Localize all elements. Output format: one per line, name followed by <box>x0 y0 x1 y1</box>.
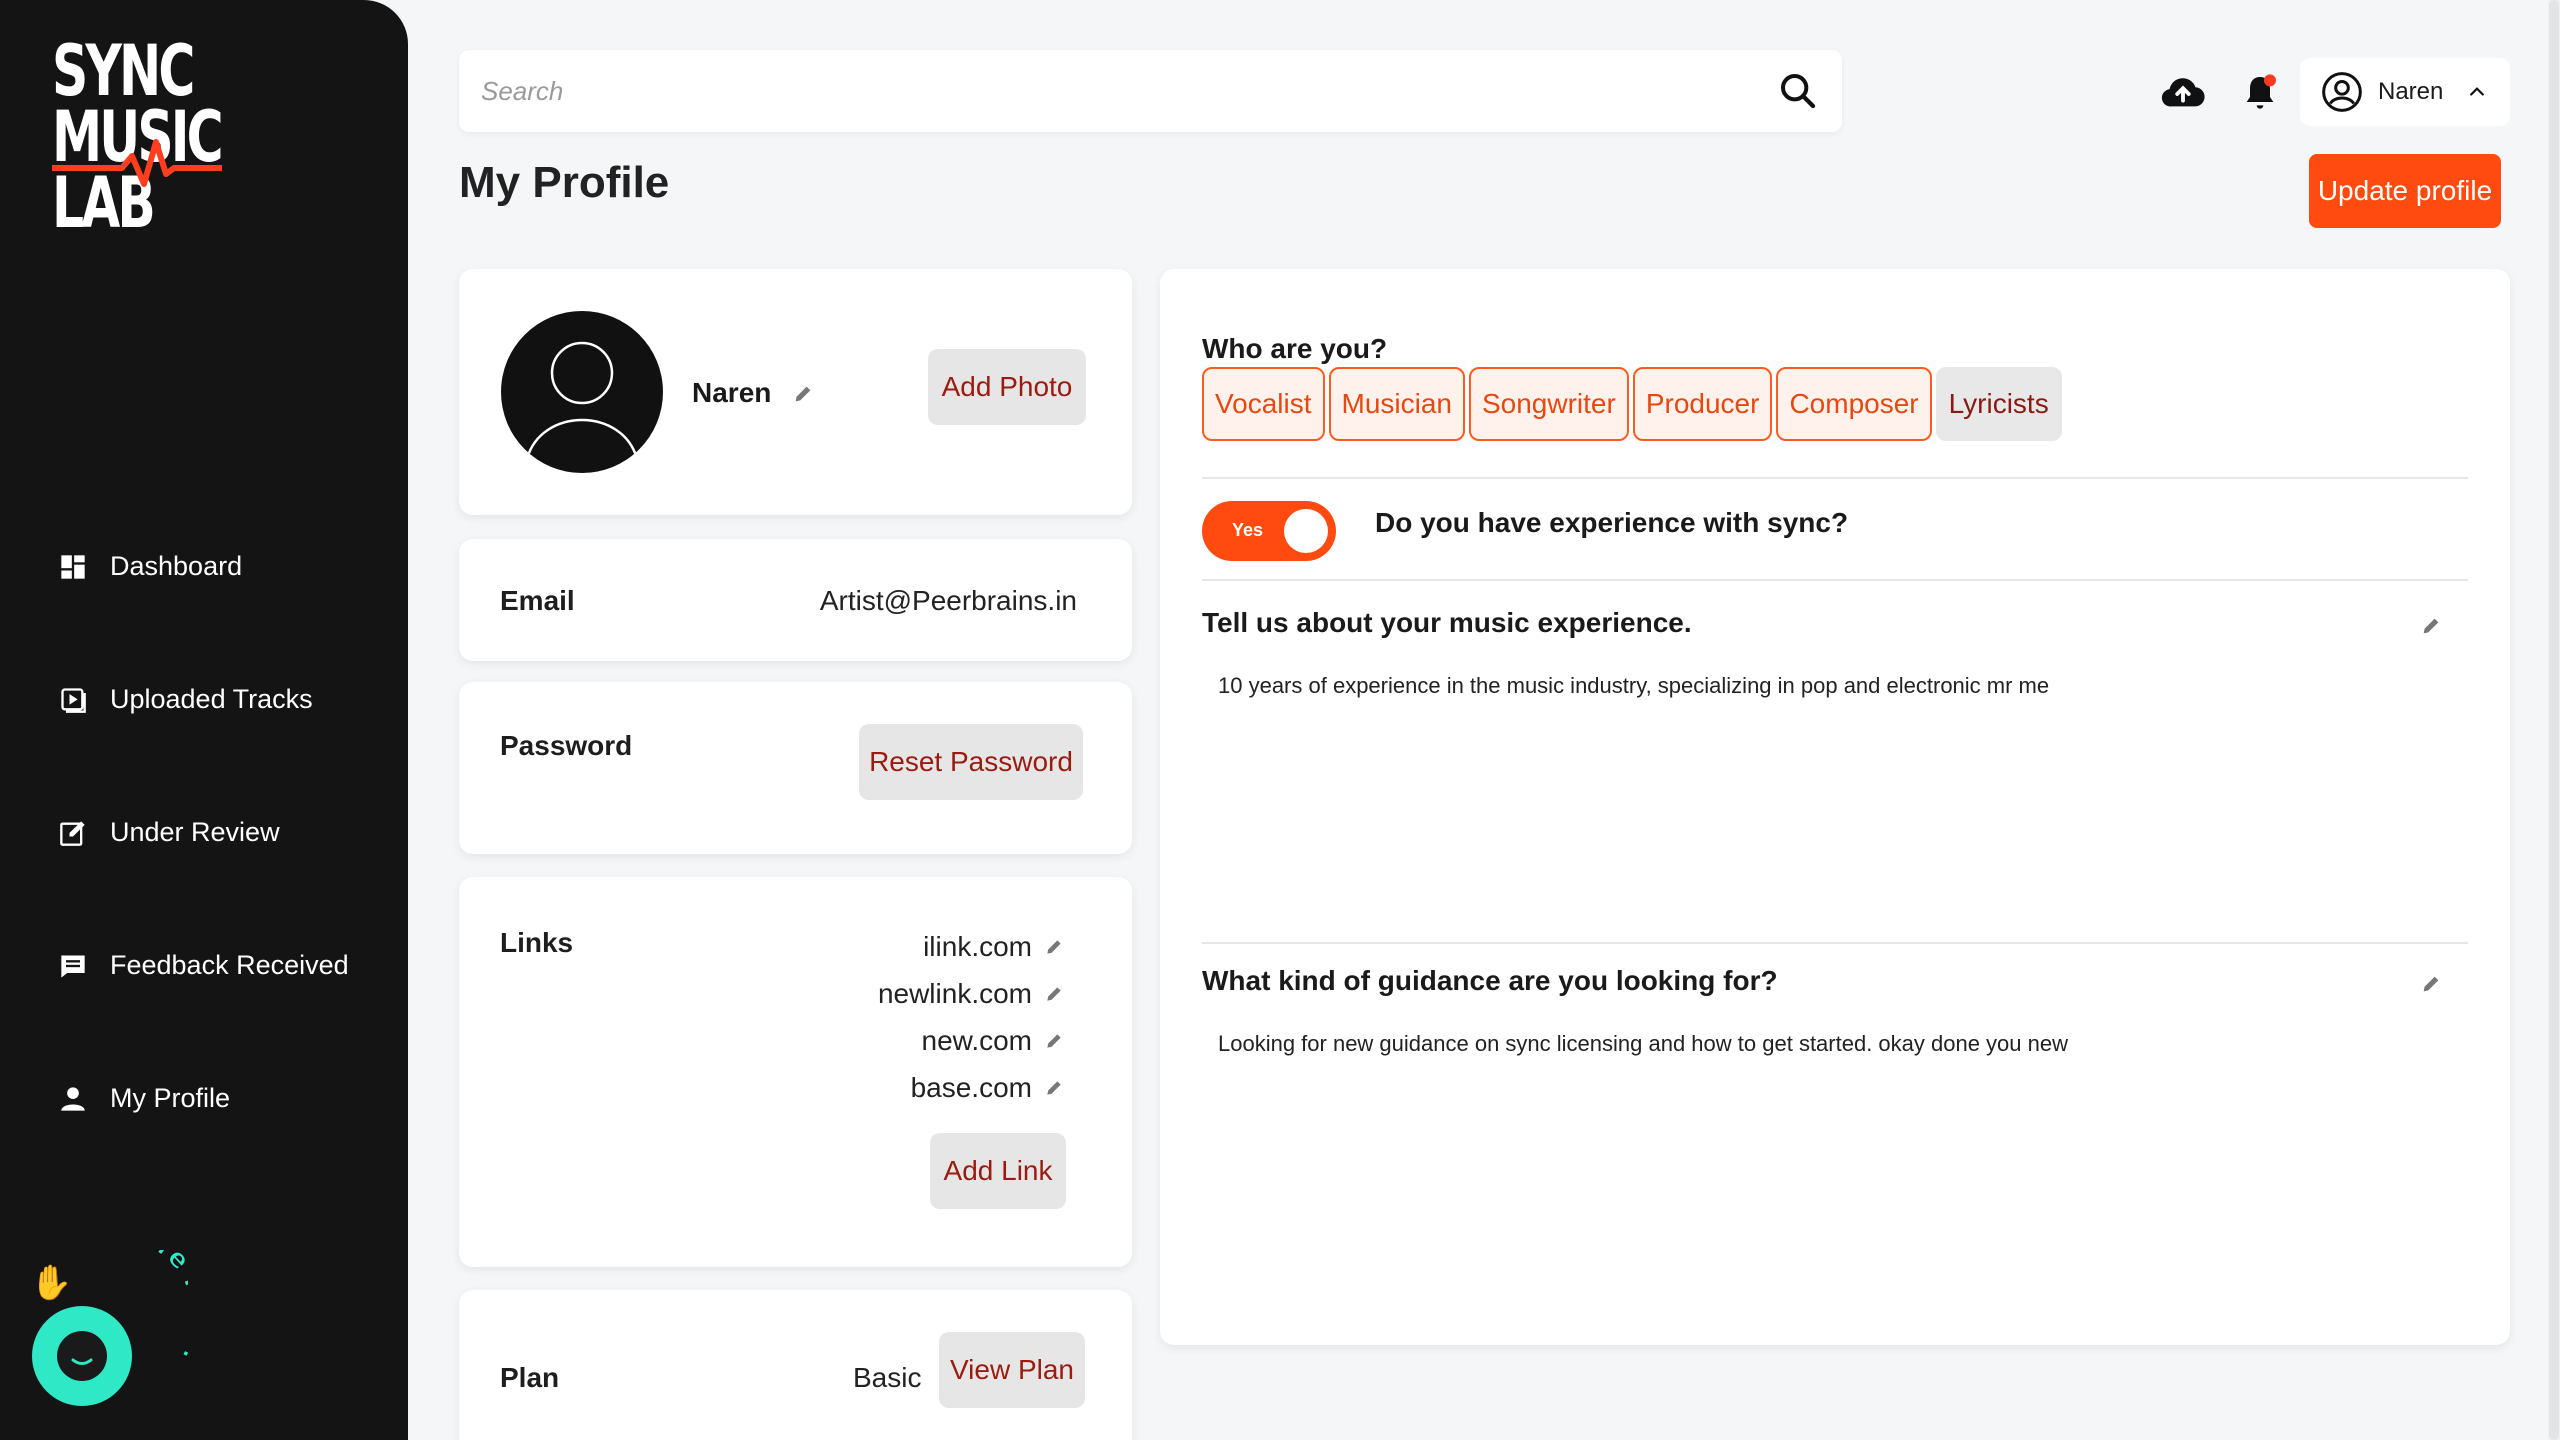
guidance-answer: Looking for new guidance on sync licensi… <box>1218 1031 2068 1056</box>
sidebar-item-label: Under Review <box>110 817 280 847</box>
toggle-label: Yes <box>1232 520 1264 540</box>
toggle-knob <box>1284 509 1328 553</box>
sidebar-item-feedback-received[interactable]: Feedback Received <box>0 899 408 1032</box>
sidebar-item-my-profile[interactable]: My Profile <box>0 1032 408 1165</box>
sidebar-item-uploaded-tracks[interactable]: Uploaded Tracks <box>0 633 408 766</box>
link-item: newlink.com <box>878 970 1064 1017</box>
add-link-button[interactable]: Add Link <box>930 1133 1066 1209</box>
page-scrollbar-thumb[interactable] <box>2549 0 2559 1440</box>
dashboard-icon <box>58 552 88 582</box>
role-tag-musician[interactable]: Musician <box>1328 367 1465 441</box>
role-tag-vocalist[interactable]: Vocalist <box>1202 367 1325 441</box>
edit-note-icon <box>58 818 88 848</box>
link-item: ilink.com <box>878 923 1064 970</box>
link-text[interactable]: base.com <box>911 1072 1032 1104</box>
page-title: My Profile <box>459 158 670 207</box>
links-list: ilink.com newlink.com new.com base.com <box>878 923 1064 1111</box>
search-icon[interactable] <box>1778 71 1818 111</box>
chat-icon <box>57 1331 107 1381</box>
sidebar-item-under-review[interactable]: Under Review <box>0 766 408 899</box>
sync-question: Do you have experience with sync? <box>1375 507 1849 538</box>
experience-answer: 10 years of experience in the music indu… <box>1218 673 2050 698</box>
role-tags: Vocalist Musician Songwriter Producer Co… <box>1202 367 2066 441</box>
edit-guidance-pencil-icon[interactable] <box>2420 973 2442 995</box>
role-tag-songwriter[interactable]: Songwriter <box>1468 367 1629 441</box>
guidance-question: What kind of guidance are you looking fo… <box>1202 965 1778 996</box>
profile-name: Naren <box>692 377 772 408</box>
edit-experience-pencil-icon[interactable] <box>2420 615 2442 637</box>
search-input[interactable] <box>481 61 1778 121</box>
plan-label: Plan <box>500 1362 560 1393</box>
user-menu[interactable]: Naren <box>2300 58 2510 126</box>
email-card: Email Artist@Peerbrains.in <box>459 539 1132 661</box>
edit-name-pencil-icon[interactable] <box>792 383 814 405</box>
sidebar-item-label: Feedback Received <box>110 950 349 980</box>
about-card: Who are you? Vocalist Musician Songwrite… <box>1160 269 2510 1345</box>
divider <box>1202 942 2468 944</box>
email-value: Artist@Peerbrains.in <box>819 585 1077 616</box>
user-avatar-icon <box>2322 72 2362 112</box>
reset-password-button[interactable]: Reset Password <box>859 724 1083 800</box>
divider <box>1202 579 2468 581</box>
links-card: Links ilink.com newlink.com new.com base… <box>459 877 1132 1267</box>
who-are-you-label: Who are you? <box>1202 333 1388 364</box>
logo-line-1: SYNC <box>52 30 195 112</box>
link-text[interactable]: newlink.com <box>878 978 1032 1010</box>
notification-bell-icon[interactable] <box>2240 72 2280 112</box>
sidebar: SYNC MUSIC LAB Dashboard Uploaded Tracks… <box>0 0 408 1440</box>
user-menu-name: Naren <box>2378 78 2444 105</box>
role-tag-lyricists[interactable]: Lyricists <box>1935 367 2062 441</box>
sync-experience-toggle[interactable]: Yes <box>1202 501 1336 561</box>
link-text[interactable]: ilink.com <box>923 931 1032 963</box>
link-item: new.com <box>878 1017 1064 1064</box>
sidebar-item-dashboard[interactable]: Dashboard <box>0 500 408 633</box>
sidebar-nav: Dashboard Uploaded Tracks Under Review F… <box>0 500 408 1165</box>
default-avatar-icon <box>525 341 639 460</box>
sidebar-item-label: My Profile <box>110 1083 231 1113</box>
hand-wave-icon: ✋ <box>30 1263 72 1302</box>
experience-question: Tell us about your music experience. <box>1202 607 1692 638</box>
links-label: Links <box>500 927 574 958</box>
edit-link-pencil-icon[interactable] <box>1044 984 1064 1004</box>
chat-widget-button[interactable] <box>32 1306 132 1406</box>
chevron-up-icon <box>2470 87 2485 96</box>
sync-music-lab-logo[interactable]: SYNC MUSIC LAB <box>52 30 232 248</box>
logo-pulse-icon <box>52 139 222 187</box>
cloud-upload-icon[interactable] <box>2160 70 2206 116</box>
edit-link-pencil-icon[interactable] <box>1044 937 1064 957</box>
sidebar-item-label: Dashboard <box>110 551 243 581</box>
edit-link-pencil-icon[interactable] <box>1044 1031 1064 1051</box>
plan-value: Basic <box>853 1362 922 1393</box>
play-square-icon <box>58 685 88 715</box>
view-plan-button[interactable]: View Plan <box>939 1332 1085 1408</box>
email-label: Email <box>500 585 575 616</box>
divider <box>1202 477 2468 479</box>
password-label: Password <box>500 730 633 761</box>
edit-link-pencil-icon[interactable] <box>1044 1078 1064 1098</box>
role-tag-composer[interactable]: Composer <box>1776 367 1932 441</box>
search-bar <box>459 50 1842 132</box>
sidebar-item-label: Uploaded Tracks <box>110 684 313 714</box>
add-photo-button[interactable]: Add Photo <box>928 349 1086 425</box>
person-icon <box>58 1084 88 1114</box>
link-text[interactable]: new.com <box>922 1025 1033 1057</box>
password-card: Password Reset Password <box>459 682 1132 854</box>
comment-icon <box>58 951 88 981</box>
profile-avatar <box>501 311 663 473</box>
plan-card: Plan Basic View Plan <box>459 1290 1132 1440</box>
update-profile-button[interactable]: Update profile <box>2309 154 2501 228</box>
link-item: base.com <box>878 1064 1064 1111</box>
profile-card: Naren Add Photo <box>459 269 1132 515</box>
role-tag-producer[interactable]: Producer <box>1632 367 1773 441</box>
